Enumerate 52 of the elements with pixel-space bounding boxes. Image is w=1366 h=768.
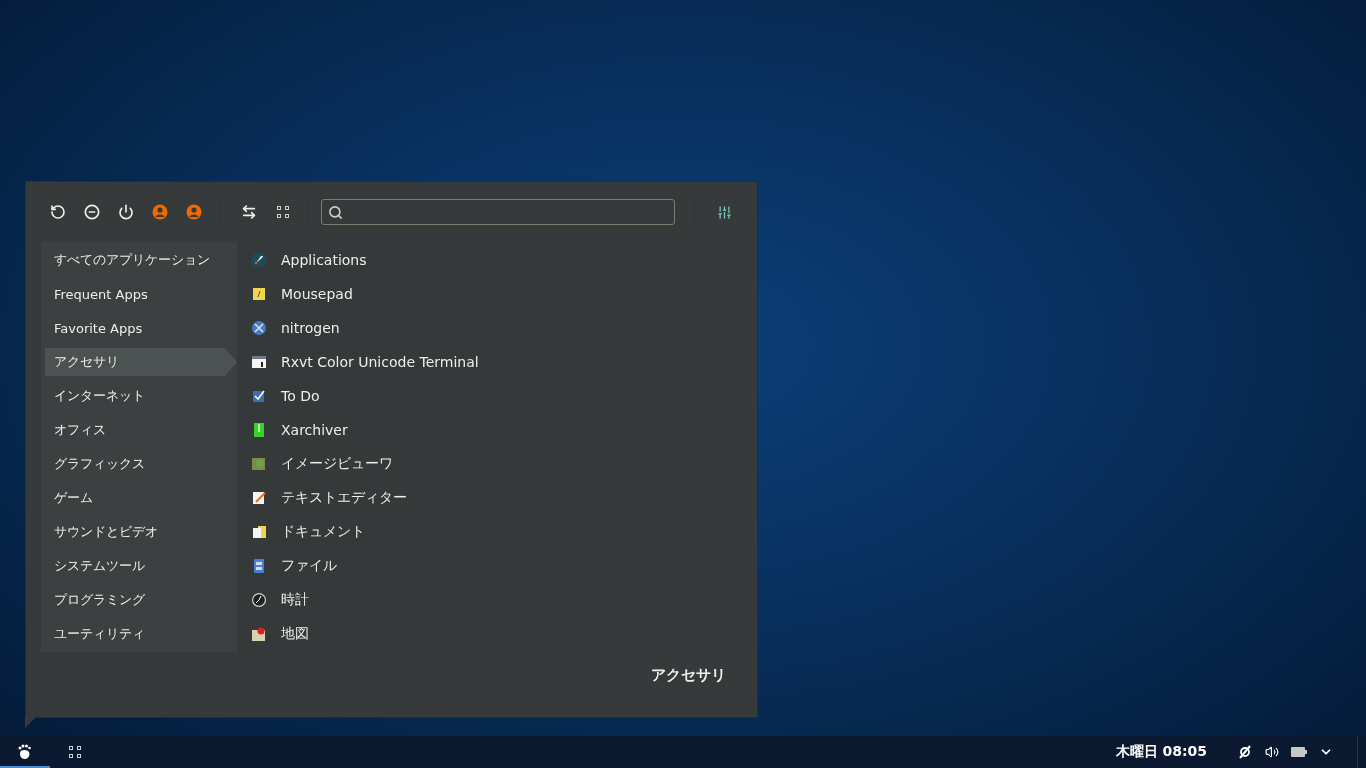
category-item[interactable]: グラフィックス bbox=[45, 450, 225, 478]
app-grid-icon bbox=[69, 746, 81, 758]
checkbox-icon bbox=[251, 388, 267, 404]
category-item[interactable]: Frequent Apps bbox=[45, 280, 225, 308]
app-item[interactable]: Xarchiver bbox=[281, 422, 348, 438]
app-item[interactable]: ドキュメント bbox=[281, 523, 365, 541]
category-item[interactable]: プログラミング bbox=[45, 586, 225, 614]
map-icon bbox=[251, 626, 267, 642]
battery-icon[interactable] bbox=[1291, 747, 1307, 757]
app-item[interactable]: テキストエディター bbox=[281, 489, 407, 507]
user-icon bbox=[152, 204, 168, 220]
category-item[interactable]: サウンドとビデオ bbox=[45, 518, 225, 546]
rocket-icon bbox=[251, 252, 267, 268]
app-item[interactable]: Rxvt Color Unicode Terminal bbox=[281, 354, 479, 370]
app-item[interactable]: To Do bbox=[281, 388, 320, 404]
clock-icon bbox=[251, 592, 267, 608]
app-item[interactable]: Applications bbox=[281, 252, 367, 268]
app-item[interactable]: 地図 bbox=[281, 625, 309, 643]
terminal-icon bbox=[251, 354, 267, 370]
notepad-icon bbox=[251, 286, 267, 302]
foot-icon bbox=[17, 744, 33, 760]
search-icon bbox=[328, 204, 343, 220]
settings-icon bbox=[716, 204, 732, 220]
category-item[interactable]: インターネット bbox=[45, 382, 225, 410]
app-item[interactable]: ファイル bbox=[281, 557, 337, 575]
user-icon bbox=[186, 204, 202, 220]
documents-icon bbox=[251, 524, 267, 540]
category-item[interactable]: アクセサリ bbox=[45, 348, 225, 376]
globe-icon bbox=[251, 320, 267, 336]
app-item[interactable]: イメージビューワ bbox=[281, 455, 393, 473]
image-icon bbox=[251, 456, 267, 472]
swap-arrows-icon bbox=[241, 204, 257, 220]
category-item[interactable]: Favorite Apps bbox=[45, 314, 225, 342]
clock[interactable]: 木曜日 08:05 bbox=[1115, 743, 1207, 761]
archive-icon bbox=[251, 422, 267, 438]
volume-icon[interactable] bbox=[1265, 745, 1279, 759]
category-item[interactable]: ユーティリティ bbox=[45, 620, 225, 648]
file-cabinet-icon bbox=[251, 558, 267, 574]
category-title: アクセサリ bbox=[651, 666, 726, 685]
power-icon bbox=[118, 204, 134, 220]
category-item[interactable]: すべてのアプリケーション bbox=[45, 246, 225, 274]
search-field[interactable] bbox=[321, 199, 675, 225]
app-item[interactable]: nitrogen bbox=[281, 320, 340, 336]
app-item[interactable]: Mousepad bbox=[281, 286, 353, 302]
category-item[interactable]: システムツール bbox=[45, 552, 225, 580]
refresh-icon bbox=[50, 204, 66, 220]
notepad-pencil-icon bbox=[251, 490, 267, 506]
category-item[interactable]: オフィス bbox=[45, 416, 225, 444]
app-item[interactable]: 時計 bbox=[281, 591, 309, 609]
app-grid-icon bbox=[277, 206, 289, 218]
minus-circle-icon bbox=[84, 204, 100, 220]
category-item[interactable]: ゲーム bbox=[45, 484, 225, 512]
